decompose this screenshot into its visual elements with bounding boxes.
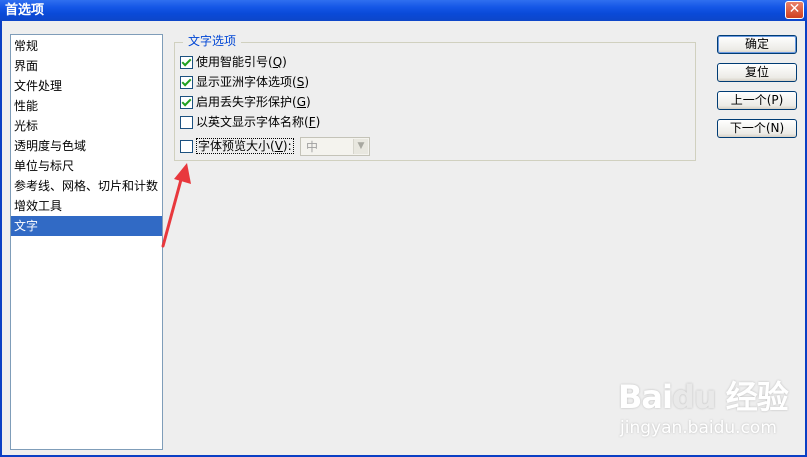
- reset-button[interactable]: 复位: [717, 63, 797, 82]
- option-label: 以英文显示字体名称(F): [196, 115, 320, 129]
- option-label-close: ): [304, 75, 309, 89]
- option-label: 显示亚洲字体选项(S): [196, 75, 309, 89]
- category-list[interactable]: 常规 界面 文件处理 性能 光标 透明度与色域 单位与标尺 参考线、网格、切片和计数 增效工具文…: [10, 34, 163, 450]
- watermark-url: jingyan.baidu.com: [620, 418, 777, 438]
- red-arrow-annotation: [161, 163, 191, 248]
- option-label-text: 显示亚洲字体选项(: [196, 75, 297, 89]
- option-row[interactable]: 启用丢失字形保护(G): [180, 94, 311, 111]
- option-label: 字体预览大小(V):: [196, 138, 294, 154]
- option-label-text: 以英文显示字体名称(: [196, 115, 309, 129]
- option-accelerator-key: F: [308, 115, 316, 129]
- option-label-close: ):: [282, 139, 292, 153]
- option-row[interactable]: 显示亚洲字体选项(S): [180, 74, 309, 91]
- close-button[interactable]: ✕: [785, 1, 804, 19]
- option-checkbox[interactable]: [180, 76, 193, 89]
- type-options-legend: 文字选项: [183, 34, 242, 49]
- category-item[interactable]: 单位与标尺: [11, 156, 162, 176]
- option-label-close: ): [315, 115, 321, 129]
- baidu-jingyan-logo: Baidu 经验: [618, 378, 789, 416]
- option-row[interactable]: 以英文显示字体名称(F): [180, 114, 320, 131]
- option-label: 使用智能引号(Q): [196, 55, 287, 69]
- preview-size-value: 中: [306, 140, 319, 154]
- category-item[interactable]: 性能: [11, 96, 162, 116]
- title-bar: 首选项 ✕: [0, 0, 807, 21]
- prev-button[interactable]: 上一个(P): [717, 91, 797, 110]
- option-checkbox[interactable]: [180, 96, 193, 109]
- option-accelerator-key: Q: [272, 55, 283, 69]
- chevron-down-icon: ▼: [353, 139, 368, 154]
- option-row[interactable]: 字体预览大小(V):: [180, 138, 294, 155]
- window-title: 首选项: [5, 3, 45, 18]
- option-accelerator-key: V: [274, 139, 283, 153]
- category-item[interactable]: 透明度与色域: [11, 136, 162, 156]
- option-label: 启用丢失字形保护(G): [196, 95, 311, 109]
- option-label-close: ): [306, 95, 311, 109]
- preview-size-select[interactable]: 中 ▼: [300, 137, 370, 156]
- ok-button[interactable]: 确定: [717, 35, 797, 54]
- category-item[interactable]: 增效工具: [11, 196, 162, 216]
- next-button[interactable]: 下一个(N): [717, 119, 797, 138]
- option-accelerator-key: G: [296, 95, 306, 109]
- category-item[interactable]: 参考线、网格、切片和计数: [11, 176, 162, 196]
- close-icon: ✕: [788, 1, 801, 17]
- option-label-close: ): [282, 55, 287, 69]
- option-label-text: 启用丢失字形保护(: [196, 95, 297, 109]
- category-item[interactable]: 文件处理: [11, 76, 162, 96]
- category-item[interactable]: 界面: [11, 56, 162, 76]
- category-item[interactable]: 光标: [11, 116, 162, 136]
- option-row[interactable]: 使用智能引号(Q): [180, 54, 287, 71]
- category-item[interactable]: 常规: [11, 36, 162, 56]
- option-label-text: 字体预览大小(: [198, 139, 275, 153]
- option-label-text: 使用智能引号(: [196, 55, 273, 69]
- option-checkbox[interactable]: [180, 116, 193, 129]
- category-item[interactable]: 文字: [11, 216, 162, 236]
- option-checkbox[interactable]: [180, 140, 193, 153]
- option-checkbox[interactable]: [180, 56, 193, 69]
